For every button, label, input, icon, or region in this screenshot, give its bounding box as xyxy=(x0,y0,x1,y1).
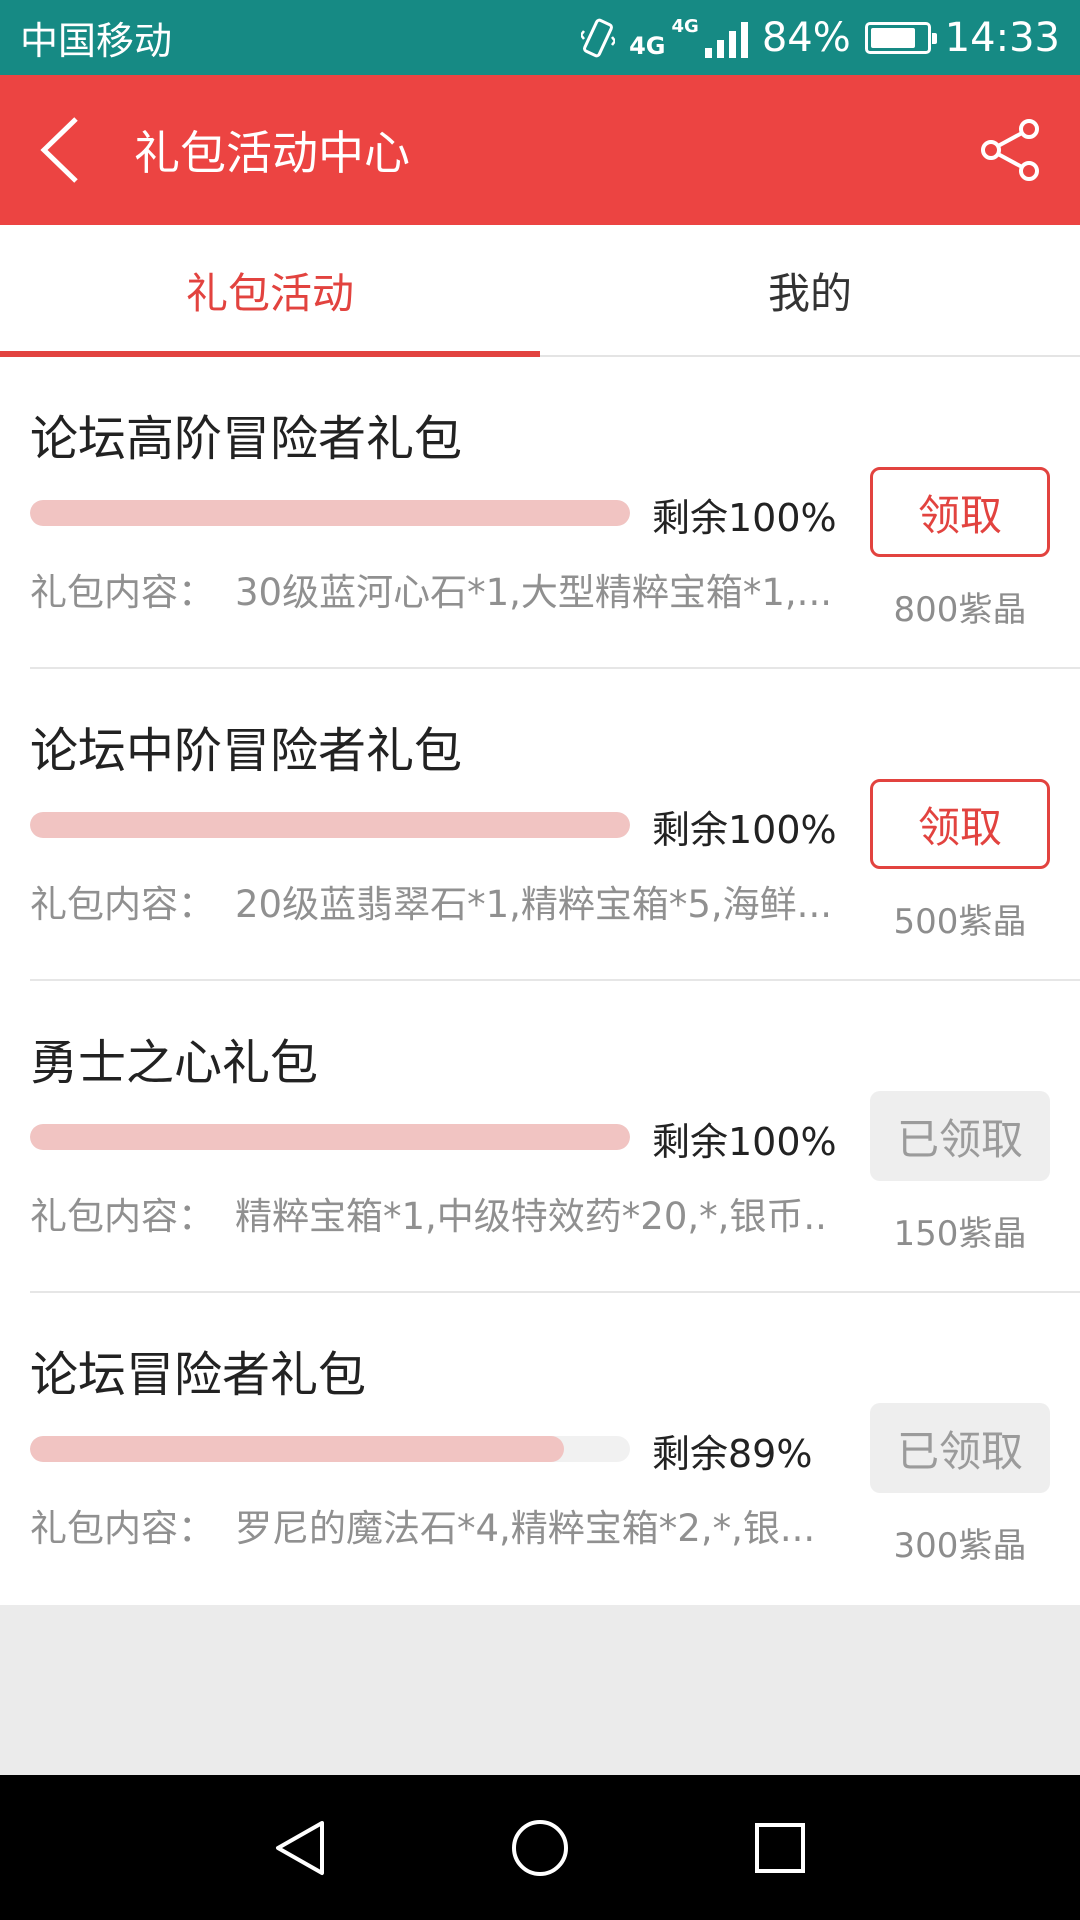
gift-content: 礼包内容： 罗尼的魔法石*4,精粹宝箱*2,*,银... xyxy=(30,1498,830,1552)
back-button[interactable] xyxy=(0,75,120,225)
claim-button[interactable]: 领取 xyxy=(870,779,1050,869)
system-nav-bar xyxy=(0,1775,1080,1920)
remaining-progress-bar xyxy=(30,500,630,526)
gift-item: 论坛中阶冒险者礼包 剩余100% 礼包内容： 20级蓝翡翠石*1,精粹宝箱*5,海… xyxy=(0,669,1080,981)
claimed-button[interactable]: 已领取 xyxy=(870,1091,1050,1181)
network-type: 4G xyxy=(629,31,666,60)
recents-square-icon xyxy=(755,1822,805,1873)
progress-fill xyxy=(30,812,630,838)
remaining-progress-bar xyxy=(30,1436,630,1462)
progress-fill xyxy=(30,500,630,526)
gift-price: 150紫晶 xyxy=(893,1214,1027,1254)
gift-title: 论坛高阶冒险者礼包 xyxy=(30,411,463,467)
remaining-percent: 剩余89% xyxy=(652,1432,813,1476)
remaining-progress-bar xyxy=(30,812,630,838)
content-label: 礼包内容： xyxy=(30,1507,215,1550)
gift-item: 勇士之心礼包 剩余100% 礼包内容： 精粹宝箱*1,中级特效药*20,*,银币.… xyxy=(0,981,1080,1293)
remaining-percent: 剩余100% xyxy=(652,808,837,852)
content-label: 礼包内容： xyxy=(30,571,215,614)
share-button[interactable] xyxy=(940,75,1080,225)
network-type-small: 4G xyxy=(671,15,699,37)
gift-item: 论坛冒险者礼包 剩余89% 礼包内容： 罗尼的魔法石*4,精粹宝箱*2,*,银..… xyxy=(0,1293,1080,1605)
gift-title: 论坛中阶冒险者礼包 xyxy=(30,723,463,779)
content-text: 罗尼的魔法石*4,精粹宝箱*2,*,银... xyxy=(235,1507,816,1550)
status-indicators: 4G 4G 84% 14:33 xyxy=(581,15,1060,61)
app-header: 礼包活动中心 xyxy=(0,75,1080,225)
content-label: 礼包内容： xyxy=(30,883,215,926)
progress-fill xyxy=(30,1436,564,1462)
chevron-left-icon xyxy=(40,117,78,183)
clock: 14:33 xyxy=(944,14,1060,61)
content-text: 精粹宝箱*1,中级特效药*20,*,银币... xyxy=(235,1195,830,1238)
vibrate-icon xyxy=(581,18,616,57)
gift-price: 300紫晶 xyxy=(893,1526,1027,1566)
nav-recents-button[interactable] xyxy=(660,1775,900,1920)
share-icon xyxy=(981,119,1039,181)
page-title: 礼包活动中心 xyxy=(134,126,410,180)
gift-list: 论坛高阶冒险者礼包 剩余100% 礼包内容： 30级蓝河心石*1,大型精粹宝箱*1… xyxy=(0,357,1080,1605)
tab-gift-activities[interactable]: 礼包活动 xyxy=(0,225,540,357)
nav-home-button[interactable] xyxy=(420,1775,660,1920)
signal-icon xyxy=(704,18,748,58)
remaining-percent: 剩余100% xyxy=(652,496,837,540)
gift-price: 800紫晶 xyxy=(893,590,1027,630)
home-circle-icon xyxy=(512,1819,568,1876)
gift-content: 礼包内容： 30级蓝河心石*1,大型精粹宝箱*1,... xyxy=(30,562,830,616)
status-bar: 中国移动 4G 4G 84% 14:33 xyxy=(0,0,1080,75)
gift-title: 论坛冒险者礼包 xyxy=(30,1347,367,1403)
claim-button[interactable]: 领取 xyxy=(870,467,1050,557)
tab-bar: 礼包活动 我的 xyxy=(0,225,1080,357)
battery-percent: 84% xyxy=(761,14,851,61)
content-label: 礼包内容： xyxy=(30,1195,215,1238)
remaining-percent: 剩余100% xyxy=(652,1120,837,1164)
content-text: 30级蓝河心石*1,大型精粹宝箱*1,... xyxy=(235,571,830,614)
carrier-name: 中国移动 xyxy=(20,19,173,63)
gift-item: 论坛高阶冒险者礼包 剩余100% 礼包内容： 30级蓝河心石*1,大型精粹宝箱*1… xyxy=(0,357,1080,669)
progress-fill xyxy=(30,1124,630,1150)
content-text: 20级蓝翡翠石*1,精粹宝箱*5,海鲜... xyxy=(235,883,830,926)
gift-price: 500紫晶 xyxy=(893,902,1027,942)
back-triangle-icon xyxy=(276,1820,324,1875)
gift-title: 勇士之心礼包 xyxy=(30,1035,319,1091)
gift-content: 礼包内容： 精粹宝箱*1,中级特效药*20,*,银币... xyxy=(30,1186,830,1240)
claimed-button[interactable]: 已领取 xyxy=(870,1403,1050,1493)
tab-mine[interactable]: 我的 xyxy=(540,225,1080,355)
gift-content: 礼包内容： 20级蓝翡翠石*1,精粹宝箱*5,海鲜... xyxy=(30,874,830,928)
network-icon: 4G 4G xyxy=(629,15,748,60)
battery-fill xyxy=(870,27,916,48)
battery-icon xyxy=(864,21,937,54)
nav-back-button[interactable] xyxy=(180,1775,420,1920)
remaining-progress-bar xyxy=(30,1124,630,1150)
